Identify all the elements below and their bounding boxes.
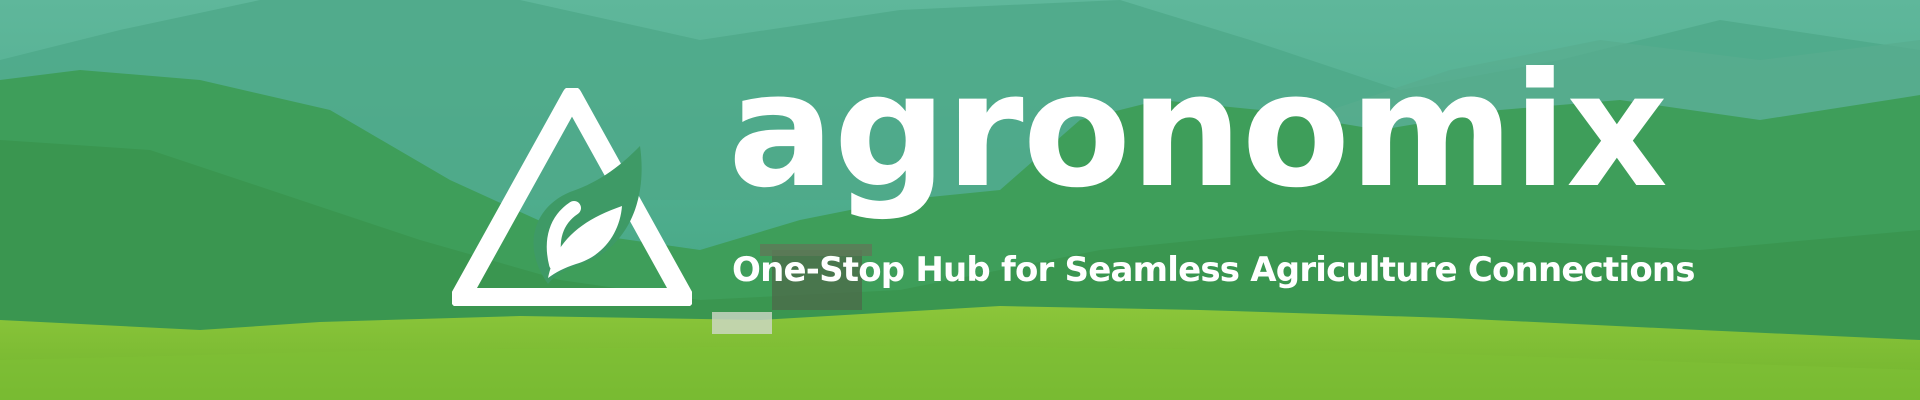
brand-tagline: One-Stop Hub for Seamless Agriculture Co… xyxy=(732,250,1696,290)
leaf-in-triangle-icon xyxy=(452,88,692,306)
brand-wordmark: agronomix One-Stop Hub for Seamless Agri… xyxy=(728,52,1868,352)
brand-name: agronomix xyxy=(728,39,1668,223)
hero-banner: agronomix One-Stop Hub for Seamless Agri… xyxy=(0,0,1920,400)
